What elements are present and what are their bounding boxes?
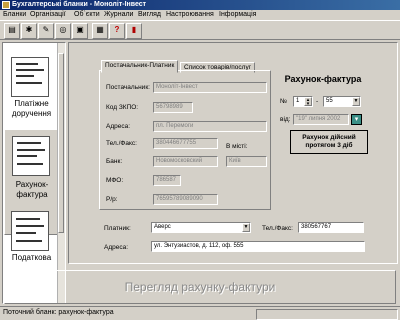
mfo-field[interactable]: 786587 bbox=[153, 175, 181, 186]
payer-dropdown-icon[interactable]: ▼ bbox=[242, 223, 250, 232]
menu-bar: Бланки Організації Об`єкти Журнали Вигля… bbox=[0, 10, 400, 20]
menu-info[interactable]: Інформація bbox=[219, 11, 256, 18]
supplier-label: Постачальник: bbox=[106, 84, 150, 91]
window-title: Бухгалтерські бланки - Моноліт-Інвест bbox=[12, 1, 147, 8]
phone-label: Тел./Факс: bbox=[106, 140, 137, 147]
number-dash: - bbox=[316, 98, 319, 105]
series-dropdown-icon[interactable]: ▼ bbox=[352, 97, 360, 106]
help-icon[interactable]: ? bbox=[109, 23, 125, 39]
invoice-date-field[interactable]: "19" липня 2002 bbox=[293, 114, 349, 125]
date-label: від: bbox=[280, 116, 291, 123]
bank-label: Банк: bbox=[106, 158, 123, 165]
menu-organizations[interactable]: Організації bbox=[30, 11, 66, 18]
app-icon bbox=[2, 1, 10, 9]
payer-phone-field[interactable]: 380567767 bbox=[298, 222, 364, 233]
tab-supplier-payer[interactable]: Постачальник-Платник bbox=[101, 60, 179, 73]
cd-icon[interactable]: ◎ bbox=[55, 23, 71, 39]
supplier-field[interactable]: Моноліт-Інвест bbox=[153, 82, 267, 93]
menu-objects[interactable]: Об`єкти bbox=[74, 11, 100, 18]
mfo-label: МФО: bbox=[106, 177, 124, 184]
supplier-phone-field[interactable]: 380446677755 bbox=[153, 138, 218, 149]
number-spinner[interactable]: ▴ ▾ bbox=[304, 97, 312, 106]
edrpou-field[interactable]: 56798989 bbox=[153, 102, 193, 113]
account-label: Р/р: bbox=[106, 196, 118, 203]
calendar-icon[interactable]: ▾ bbox=[351, 114, 362, 125]
blank-list-sidebar: Платіжне доручення Рахунок-фактура Податк… bbox=[2, 42, 66, 304]
disk-icon[interactable]: ▣ bbox=[72, 23, 88, 39]
print-preview-icon[interactable]: ▤ bbox=[4, 23, 20, 39]
payment-order-thumbnail[interactable] bbox=[11, 57, 49, 97]
number-label: № bbox=[280, 98, 287, 105]
invoice-thumbnail bbox=[12, 136, 50, 176]
city-label: В місті: bbox=[226, 143, 248, 150]
validity-note: Рахунок дійсний протягом 3 діб bbox=[290, 130, 368, 154]
title-bar: Бухгалтерські бланки - Моноліт-Інвест bbox=[0, 0, 400, 10]
account-field[interactable]: 76595789089090 bbox=[153, 194, 218, 205]
sidebar-item-payment-order[interactable]: Платіжне доручення bbox=[3, 99, 60, 119]
payer-address-field[interactable]: ул. Энтузиастов, д. 112, оф. 555 bbox=[151, 241, 365, 252]
status-pane bbox=[256, 309, 398, 320]
scrollbar-thumb[interactable] bbox=[58, 53, 64, 233]
exit-icon[interactable]: ▮ bbox=[126, 23, 142, 39]
invoice-number-field[interactable]: 1 ▴ ▾ bbox=[293, 96, 313, 107]
view-invoice-button[interactable]: Перегляд рахунку-фактури bbox=[4, 270, 396, 304]
sidebar-item-tax-invoice[interactable]: Податкова bbox=[3, 253, 60, 263]
menu-settings[interactable]: Настроювання bbox=[166, 11, 214, 18]
invoice-series-field[interactable]: 55 ▼ bbox=[323, 96, 361, 107]
payer-phone-label: Тел./Факс: bbox=[262, 225, 293, 232]
sidebar-scrollbar[interactable] bbox=[57, 43, 65, 303]
status-text: Поточний бланк: рахунок-фактура bbox=[3, 309, 114, 316]
payer-address-label: Адреса: bbox=[104, 244, 129, 251]
status-bar: Поточний бланк: рахунок-фактура bbox=[0, 306, 400, 320]
menu-view[interactable]: Вигляд bbox=[138, 11, 161, 18]
sidebar-item-invoice-label: Рахунок-фактура bbox=[15, 180, 49, 199]
edrpou-label: Код ЗКПО: bbox=[106, 104, 139, 111]
address-label: Адреса: bbox=[106, 123, 131, 130]
toolbar: ▤ ✱ ✎ ◎ ▣ ▦ ? ▮ bbox=[0, 20, 400, 40]
payer-label: Платник: bbox=[104, 225, 131, 232]
settings-icon[interactable]: ✱ bbox=[21, 23, 37, 39]
invoice-heading: Рахунок-фактура bbox=[284, 74, 362, 84]
bank-field[interactable]: Новомосковский bbox=[153, 156, 218, 167]
menu-journals[interactable]: Журнали bbox=[104, 11, 133, 18]
edit-icon[interactable]: ✎ bbox=[38, 23, 54, 39]
city-field[interactable]: Київ bbox=[226, 156, 267, 167]
payer-select[interactable]: Аверс ▼ bbox=[151, 222, 251, 233]
menu-blanks[interactable]: Бланки bbox=[3, 11, 26, 18]
tax-invoice-thumbnail[interactable] bbox=[11, 211, 49, 251]
supplier-address-field[interactable]: пл. Перемоги bbox=[153, 121, 267, 132]
calculator-icon[interactable]: ▦ bbox=[92, 23, 108, 39]
